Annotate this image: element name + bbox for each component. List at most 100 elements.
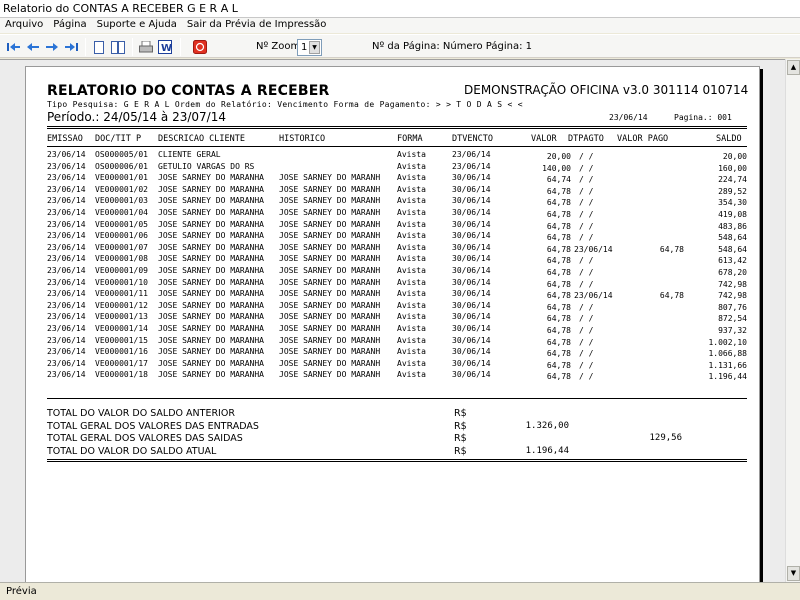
table-row: 23/06/14 VE000001/15 JOSE SARNEY DO MARANH… bbox=[26, 336, 761, 348]
cell-dtpagto: 23/06/14 bbox=[574, 291, 613, 301]
cell-emissao: 23/06/14 bbox=[47, 208, 86, 217]
table-row: 23/06/14 VE000001/06 JOSE SARNEY DO MARANH… bbox=[26, 231, 761, 243]
cell-dtvencto: 30/06/14 bbox=[452, 208, 491, 217]
cell-forma: Avista bbox=[397, 358, 426, 368]
two-pages-icon[interactable] bbox=[110, 39, 126, 55]
table-row: 23/06/14 VE000001/03 JOSE SARNEY DO MARANH… bbox=[26, 196, 761, 208]
total-label: TOTAL DO VALOR DO SALDO ANTERIOR bbox=[47, 408, 235, 419]
table-row: 23/06/14 VE000001/10 JOSE SARNEY DO MARANH… bbox=[26, 278, 761, 290]
table-row: 23/06/14 OS000006/01 GETULIO VARGAS DO RS A… bbox=[26, 162, 761, 174]
table-row: 23/06/14 VE000001/12 JOSE SARNEY DO MARANH… bbox=[26, 301, 761, 313]
cell-historico: JOSE SARNEY DO MARANH bbox=[279, 254, 381, 264]
cell-valor: 64,78 bbox=[546, 186, 571, 196]
cell-dtvencto: 30/06/14 bbox=[452, 196, 491, 206]
scroll-down-icon[interactable]: ▼ bbox=[787, 566, 800, 581]
cell-valor: 64,78 bbox=[546, 221, 571, 231]
cell-saldo: 548,64 bbox=[718, 233, 747, 243]
first-page-icon[interactable] bbox=[6, 39, 22, 55]
col-emissao: EMISSAO bbox=[47, 134, 83, 144]
menu-bar: Arquivo Página Suporte e Ajuda Sair da Prév… bbox=[0, 18, 800, 33]
cell-doc: VE000001/14 bbox=[95, 324, 148, 333]
cell-dtpagto: / / bbox=[579, 349, 594, 359]
cell-forma: Avista bbox=[397, 196, 426, 206]
cell-dtvencto: 30/06/14 bbox=[452, 358, 491, 368]
close-preview-icon[interactable] bbox=[192, 39, 208, 55]
cell-dtvencto: 30/06/14 bbox=[452, 219, 491, 229]
cell-emissao: 23/06/14 bbox=[47, 184, 86, 194]
cell-dtpagto: / / bbox=[579, 279, 594, 289]
cell-doc: VE000001/10 bbox=[95, 277, 148, 287]
cell-dtpagto: / / bbox=[579, 372, 594, 382]
menu-suporte[interactable]: Suporte e Ajuda bbox=[92, 18, 182, 32]
last-page-icon[interactable] bbox=[63, 39, 79, 55]
cell-doc: VE000001/02 bbox=[95, 184, 148, 194]
single-page-icon[interactable] bbox=[91, 39, 107, 55]
col-doc: DOC/TIT P bbox=[95, 134, 142, 144]
cell-dtvencto: 30/06/14 bbox=[452, 347, 491, 357]
cell-historico: JOSE SARNEY DO MARANH bbox=[279, 358, 381, 368]
cell-saldo: 1.131,66 bbox=[708, 360, 747, 370]
cell-saldo: 354,30 bbox=[718, 198, 747, 208]
menu-arquivo[interactable]: Arquivo bbox=[0, 18, 48, 32]
report-title: RELATORIO DO CONTAS A RECEBER bbox=[47, 83, 330, 99]
cell-dtpagto: / / bbox=[579, 210, 594, 219]
vertical-scrollbar[interactable]: ▲ ▼ bbox=[785, 59, 800, 582]
chevron-down-icon: ▼ bbox=[309, 41, 320, 54]
menu-pagina[interactable]: Página bbox=[48, 18, 91, 32]
word-export-icon[interactable]: W bbox=[157, 39, 173, 55]
cell-dtpagto: / / bbox=[579, 314, 594, 324]
cell-dtpagto: / / bbox=[579, 233, 594, 243]
cell-saldo: 419,08 bbox=[718, 210, 747, 219]
cell-doc: VE000001/16 bbox=[95, 347, 148, 357]
cell-descricao: GETULIO VARGAS DO RS bbox=[158, 161, 255, 171]
cell-forma: Avista bbox=[397, 208, 426, 217]
table-row: 23/06/14 VE000001/09 JOSE SARNEY DO MARANH… bbox=[26, 266, 761, 278]
cell-dtvencto: 30/06/14 bbox=[452, 312, 491, 322]
zoom-select[interactable]: 1 ▼ bbox=[297, 39, 322, 56]
cell-descricao: JOSE SARNEY DO MARANHA bbox=[158, 173, 264, 183]
cell-dtpagto: / / bbox=[579, 360, 594, 370]
cell-dtvencto: 30/06/14 bbox=[452, 335, 491, 345]
cell-doc: VE000001/11 bbox=[95, 289, 148, 299]
cell-saldo: 937,32 bbox=[718, 326, 747, 335]
cell-dtvencto: 30/06/14 bbox=[452, 370, 491, 380]
previous-page-icon[interactable] bbox=[25, 39, 41, 55]
table-row: 23/06/14 VE000001/05 JOSE SARNEY DO MARANH… bbox=[26, 220, 761, 232]
cell-valor: 64,78 bbox=[546, 372, 571, 382]
cell-valor: 64,78 bbox=[546, 326, 571, 335]
col-historico: HISTORICO bbox=[279, 134, 326, 144]
cell-descricao: JOSE SARNEY DO MARANHA bbox=[158, 219, 264, 229]
filter-line: Tipo Pesquisa: G E R A L Ordem do Relató… bbox=[47, 100, 523, 109]
cell-doc: VE000001/17 bbox=[95, 358, 148, 368]
cell-valor-pago: 64,78 bbox=[659, 291, 684, 301]
cell-historico: JOSE SARNEY DO MARANH bbox=[279, 208, 381, 217]
cell-dtvencto: 30/06/14 bbox=[452, 231, 491, 241]
cell-doc: VE000001/13 bbox=[95, 312, 148, 322]
cell-doc: VE000001/08 bbox=[95, 254, 148, 264]
cell-emissao: 23/06/14 bbox=[47, 196, 86, 206]
cell-descricao: JOSE SARNEY DO MARANHA bbox=[158, 324, 264, 333]
cell-valor: 64,78 bbox=[546, 360, 571, 370]
cell-dtpagto: / / bbox=[579, 268, 594, 277]
menu-sair-previa[interactable]: Sair da Prévia de Impressão bbox=[182, 18, 332, 32]
cell-dtvencto: 23/06/14 bbox=[452, 161, 491, 171]
cell-doc: VE000001/04 bbox=[95, 208, 148, 217]
cell-dtpagto: / / bbox=[579, 152, 594, 161]
table-header: EMISSAO DOC/TIT P DESCRICAO CLIENTE HIST… bbox=[26, 134, 761, 146]
cell-dtvencto: 23/06/14 bbox=[452, 150, 491, 159]
cell-descricao: JOSE SARNEY DO MARANHA bbox=[158, 312, 264, 322]
cell-dtvencto: 30/06/14 bbox=[452, 289, 491, 299]
cell-dtvencto: 30/06/14 bbox=[452, 266, 491, 275]
cell-descricao: JOSE SARNEY DO MARANHA bbox=[158, 208, 264, 217]
cell-emissao: 23/06/14 bbox=[47, 370, 86, 380]
scroll-up-icon[interactable]: ▲ bbox=[787, 60, 800, 75]
cell-doc: VE000001/09 bbox=[95, 266, 148, 275]
cell-valor: 64,78 bbox=[546, 337, 571, 347]
cell-saldo: 678,20 bbox=[718, 268, 747, 277]
cell-forma: Avista bbox=[397, 300, 426, 310]
next-page-icon[interactable] bbox=[44, 39, 60, 55]
cell-emissao: 23/06/14 bbox=[47, 266, 86, 275]
cell-dtpagto: / / bbox=[579, 198, 594, 208]
print-icon[interactable] bbox=[138, 39, 154, 55]
cell-saldo: 548,64 bbox=[718, 244, 747, 254]
